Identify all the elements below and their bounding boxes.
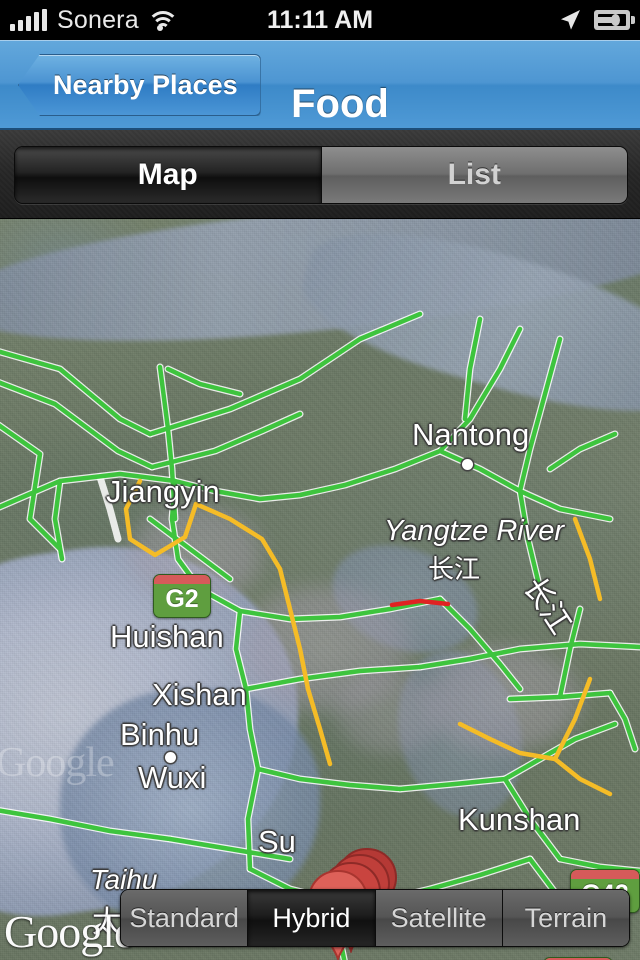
map-type-standard[interactable]: Standard <box>121 890 249 946</box>
place-label-huishan: Huishan <box>110 619 224 654</box>
clock-label: 11:11 AM <box>266 6 374 34</box>
place-label-kunshan: Kunshan <box>458 802 581 837</box>
city-dot-nantong <box>462 459 473 470</box>
map-type-segmented-control[interactable]: Standard Hybrid Satellite Terrain <box>120 889 630 947</box>
place-label-xishan: Xishan <box>152 677 247 712</box>
feature-label-yangtze-river: Yangtze River <box>384 515 564 547</box>
status-bar-right <box>558 0 635 40</box>
tab-map[interactable]: Map <box>15 147 322 203</box>
navigation-bar: Nearby Places Food <box>0 40 640 130</box>
battery-charging-icon <box>594 10 635 30</box>
feature-label-yangtze-river-cjk: 长江 <box>428 554 481 584</box>
map-type-satellite[interactable]: Satellite <box>375 890 503 946</box>
place-label-nantong: Nantong <box>412 417 530 452</box>
map-view[interactable]: Nantong Jiangyin Yangtze River 长江 长江 G2 … <box>0 219 640 960</box>
google-watermark-tile-artifact: Google <box>0 740 115 786</box>
google-attribution: Google <box>4 906 134 957</box>
location-arrow-icon <box>561 10 580 30</box>
highway-shield-label: G2 <box>165 584 199 613</box>
tab-list[interactable]: List <box>321 147 627 203</box>
highway-shield-g2: G2 <box>153 574 211 618</box>
place-label-binhu: Binhu <box>120 717 200 752</box>
view-toggle-toolbar: Map List <box>0 130 640 219</box>
iphone-screen: Sonera 11:11 AM Nearby Places Food Map L… <box>0 0 640 960</box>
view-toggle-segmented-control[interactable]: Map List <box>14 146 628 204</box>
status-bar: Sonera 11:11 AM <box>0 0 640 40</box>
place-label-jiangyin: Jiangyin <box>106 474 220 509</box>
page-title: Food <box>291 82 389 126</box>
place-label-wuxi: Wuxi <box>138 760 207 795</box>
map-type-hybrid[interactable]: Hybrid <box>248 890 376 946</box>
place-label-suzhou: Su <box>258 824 296 859</box>
map-type-terrain[interactable]: Terrain <box>502 890 629 946</box>
